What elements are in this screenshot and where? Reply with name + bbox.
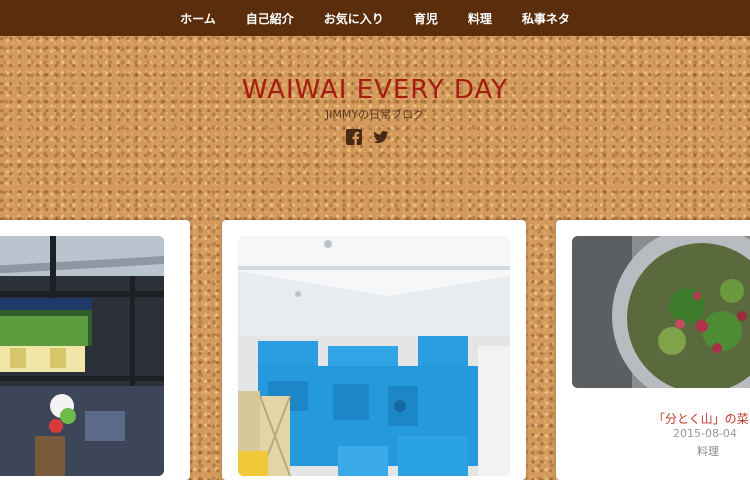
nav-item-favorites[interactable]: お気に入り (324, 10, 384, 27)
nav-item-parenting[interactable]: 育児 (414, 10, 438, 27)
post-date: 2015-08-04 (673, 427, 737, 440)
site-title[interactable]: WAIWAI EVERY DAY (0, 74, 750, 106)
post-title[interactable]: 「分とく山」の菜 (653, 410, 749, 427)
post-category[interactable]: 料理 (697, 443, 719, 459)
facebook-icon[interactable] (346, 129, 362, 145)
post-card[interactable] (222, 220, 526, 480)
post-thumbnail[interactable] (572, 236, 750, 388)
post-card[interactable] (0, 220, 190, 480)
post-thumbnail[interactable] (0, 236, 164, 476)
social-links (346, 129, 389, 145)
nav-item-cooking[interactable]: 料理 (468, 10, 492, 27)
post-card[interactable]: 「分とく山」の菜 2015-08-04 料理 (556, 220, 750, 480)
nav-item-personal[interactable]: 私事ネタ (522, 10, 570, 27)
post-thumbnail[interactable] (238, 236, 510, 476)
twitter-icon[interactable] (373, 129, 389, 145)
site-tagline: JIMMYの日常ブログ (325, 108, 425, 121)
nav-item-about[interactable]: 自己紹介 (246, 10, 294, 27)
top-navigation: ホーム 自己紹介 お気に入り 育児 料理 私事ネタ (0, 0, 750, 36)
nav-item-home[interactable]: ホーム (180, 10, 216, 27)
